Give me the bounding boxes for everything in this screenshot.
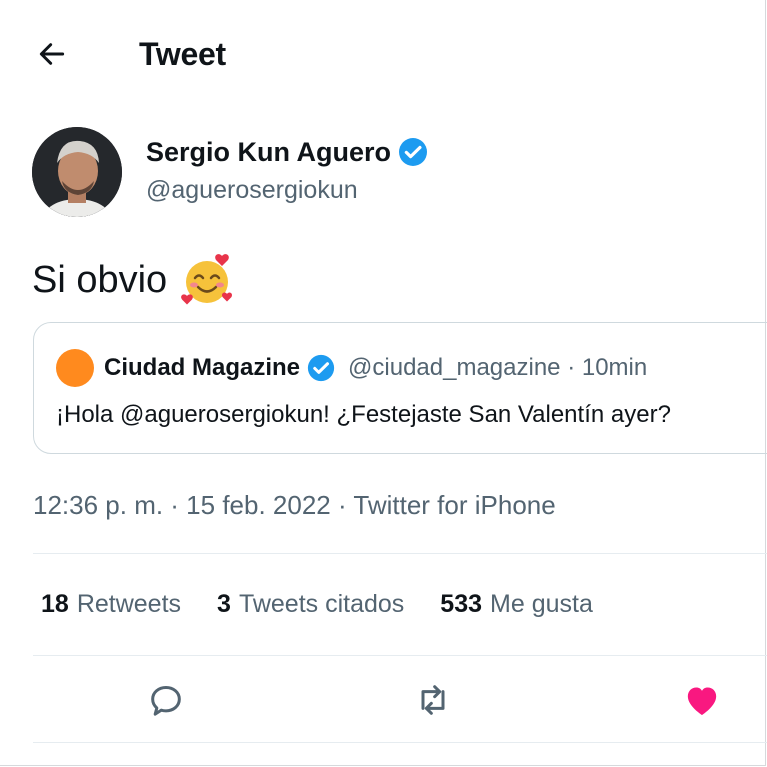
tweet-stats: 18 Retweets 3 Tweets citados 533 Me gusta	[41, 590, 593, 619]
tweet-text-content: Si obvio	[32, 258, 168, 301]
divider	[33, 655, 767, 656]
quoted-avatar[interactable]	[56, 349, 94, 387]
author-handle[interactable]: @aguerosergiokun	[146, 176, 358, 205]
smiling-face-with-hearts-icon	[181, 254, 233, 305]
retweet-icon[interactable]	[413, 680, 453, 720]
avatar-image	[32, 127, 122, 217]
tweet-text: Si obvio	[32, 252, 235, 308]
divider	[33, 553, 767, 554]
like-heart-icon[interactable]	[682, 680, 722, 720]
quoted-handle-time: @ciudad_magazine · 10min	[348, 354, 648, 381]
page-title: Tweet	[139, 36, 226, 72]
tweet-page: Tweet Sergio Kun Aguero @aguerosergiokun…	[0, 0, 767, 766]
verified-badge-icon	[399, 138, 428, 166]
retweets-label: Retweets	[76, 590, 182, 618]
quotes-stat[interactable]: 3 Tweets citados	[217, 590, 404, 619]
verified-badge-icon	[307, 354, 335, 382]
tweet-actions	[0, 680, 765, 720]
back-arrow-icon[interactable]	[36, 38, 68, 70]
reply-icon[interactable]	[146, 680, 186, 720]
author-name-text: Sergio Kun Aguero	[146, 136, 392, 167]
quotes-count: 3	[217, 590, 231, 618]
page-header: Tweet	[0, 24, 765, 88]
avatar[interactable]	[32, 127, 122, 217]
retweets-stat[interactable]: 18 Retweets	[41, 590, 181, 619]
likes-count: 533	[440, 590, 483, 618]
tweet-timestamp[interactable]: 12:36 p. m. · 15 feb. 2022 · Twitter for…	[33, 490, 556, 521]
likes-label: Me gusta	[490, 590, 593, 618]
divider	[33, 742, 767, 743]
quoted-author-name[interactable]: Ciudad Magazine	[104, 354, 300, 382]
quoted-tweet-text: ¡Hola @aguerosergiokun! ¿Festejaste San …	[56, 401, 671, 428]
retweets-count: 18	[41, 590, 69, 618]
quoted-tweet-header: Ciudad Magazine @ciudad_magazine · 10min	[56, 349, 647, 387]
author-name[interactable]: Sergio Kun Aguero	[146, 136, 429, 168]
quoted-tweet[interactable]: Ciudad Magazine @ciudad_magazine · 10min…	[33, 322, 767, 454]
quotes-label: Tweets citados	[238, 590, 405, 618]
likes-stat[interactable]: 533 Me gusta	[440, 590, 593, 619]
